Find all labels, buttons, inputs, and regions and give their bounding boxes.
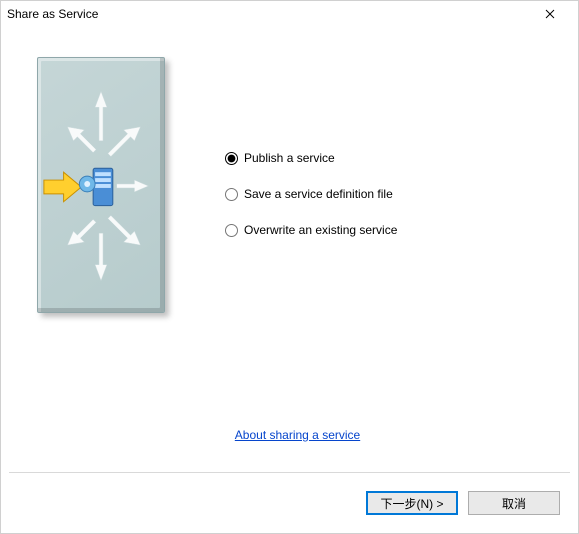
close-icon [545, 9, 555, 19]
cancel-button[interactable]: 取消 [468, 491, 560, 515]
arrows-server-icon [38, 58, 164, 310]
radio-overwrite-existing[interactable] [225, 224, 238, 237]
option-publish-service[interactable]: Publish a service [225, 151, 397, 165]
option-label: Publish a service [244, 151, 335, 165]
radio-save-definition-file[interactable] [225, 188, 238, 201]
dialog-content: Publish a service Save a service definit… [1, 27, 578, 472]
radio-publish-service[interactable] [225, 152, 238, 165]
titlebar: Share as Service [1, 1, 578, 27]
share-illustration [37, 57, 165, 313]
option-label: Save a service definition file [244, 187, 393, 201]
option-overwrite-existing[interactable]: Overwrite an existing service [225, 223, 397, 237]
about-sharing-link[interactable]: About sharing a service [235, 428, 360, 442]
dialog-title: Share as Service [7, 7, 530, 21]
option-save-definition-file[interactable]: Save a service definition file [225, 187, 397, 201]
help-link-row: About sharing a service [37, 428, 558, 472]
main-row: Publish a service Save a service definit… [37, 57, 558, 313]
options-group: Publish a service Save a service definit… [225, 57, 397, 313]
share-as-service-dialog: Share as Service [0, 0, 579, 534]
option-label: Overwrite an existing service [244, 223, 397, 237]
close-button[interactable] [530, 4, 570, 24]
next-button[interactable]: 下一步(N) > [366, 491, 458, 515]
dialog-footer: 下一步(N) > 取消 [1, 473, 578, 533]
